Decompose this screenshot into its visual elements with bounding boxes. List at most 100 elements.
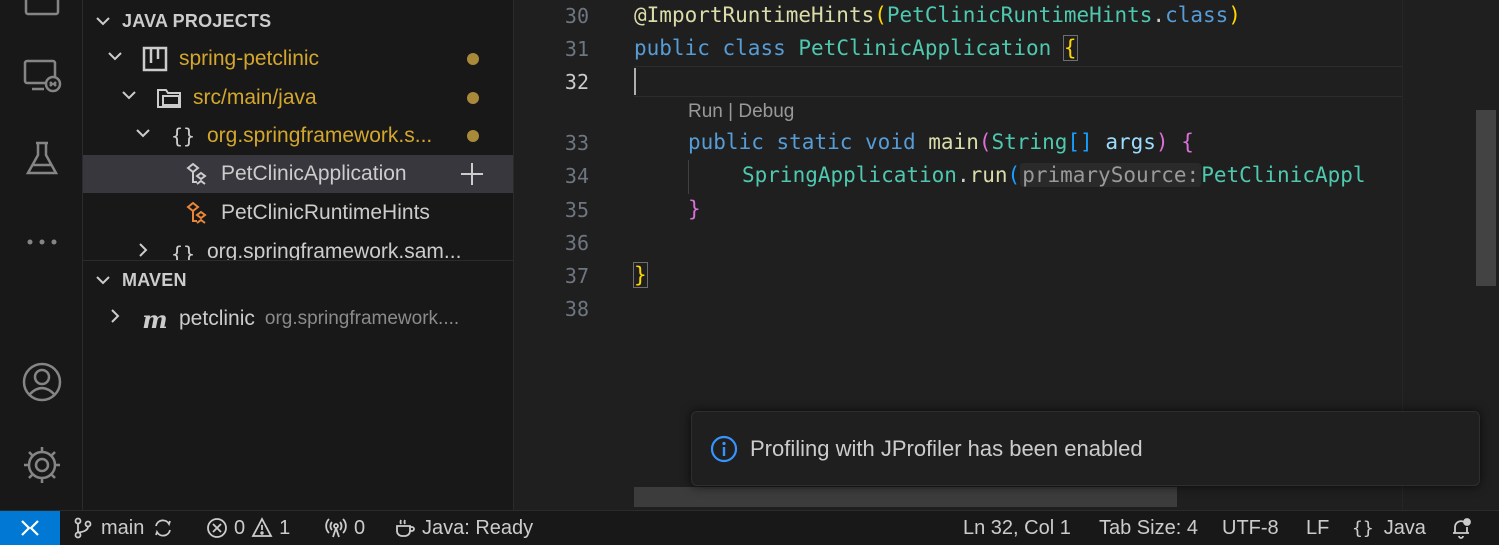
cursor-position[interactable]: Ln 32, Col 1 <box>963 511 1071 545</box>
code-token: ImportRuntimeHints <box>646 3 875 27</box>
tree-item-project[interactable]: spring-petclinic <box>83 40 513 78</box>
vertical-scrollbar-thumb[interactable] <box>1476 110 1496 286</box>
chevron-down-icon[interactable] <box>105 46 129 72</box>
horizontal-scrollbar-thumb[interactable] <box>634 487 1177 507</box>
code-token: static <box>776 130 853 154</box>
chevron-right-icon[interactable] <box>133 240 157 260</box>
settings-gear-icon[interactable] <box>18 441 66 489</box>
tree-item-label: spring-petclinic <box>179 47 320 70</box>
maven-header[interactable]: MAVEN <box>83 262 513 298</box>
maven-title: MAVEN <box>122 269 187 290</box>
ports-count: 0 <box>354 516 366 539</box>
tab-size[interactable]: Tab Size: 4 <box>1099 511 1198 545</box>
error-icon <box>207 518 227 538</box>
package-folder-icon <box>155 84 183 112</box>
code-token: } <box>633 262 648 288</box>
remote-icon <box>21 520 39 536</box>
code-token: public <box>634 36 710 60</box>
tree-item-class[interactable]: PetClinicRuntimeHints <box>83 194 513 232</box>
maven-project-item[interactable]: m petclinic org.springframework.... <box>83 300 513 338</box>
chevron-down-icon[interactable] <box>83 270 119 290</box>
current-line-highlight <box>634 66 1404 97</box>
line-number: 31 <box>564 37 589 61</box>
more-icon[interactable] <box>18 218 66 266</box>
tree-item-package[interactable]: {} org.springframework.sam... <box>83 232 513 260</box>
sidebar: JAVA PROJECTS spring-petclinic src/main/… <box>83 0 514 510</box>
coffee-cup-icon <box>396 519 415 537</box>
java-projects-header[interactable]: JAVA PROJECTS <box>83 3 513 39</box>
indent-guide <box>688 160 689 194</box>
git-branch-icon <box>74 517 92 539</box>
chevron-down-icon[interactable] <box>133 123 157 149</box>
tree-item-label: org.springframework.sam... <box>207 240 462 260</box>
code-token: main <box>928 130 979 154</box>
info-icon <box>710 435 738 462</box>
java-status[interactable]: Java: Ready <box>394 511 533 545</box>
code-token: ( <box>978 130 992 154</box>
notifications-bell[interactable] <box>1450 511 1472 545</box>
status-bar: main 0 1 0 Java: Ready Ln 32, Col 1 Tab … <box>0 510 1499 545</box>
tree-item-label: src/main/java <box>193 86 317 109</box>
code-token: args <box>1105 130 1156 154</box>
encoding[interactable]: UTF-8 <box>1222 511 1279 545</box>
branch-name: main <box>101 516 145 539</box>
code-token: SpringApplication <box>742 163 957 187</box>
code-token: run <box>969 163 1008 187</box>
code-token: public <box>688 130 764 154</box>
remote-indicator[interactable] <box>0 511 60 545</box>
line-number: 34 <box>564 164 589 188</box>
add-plus-icon[interactable] <box>459 161 485 187</box>
error-count: 0 <box>234 516 246 539</box>
broadcast-icon <box>325 518 347 538</box>
ports-indicator[interactable]: 0 <box>325 511 365 545</box>
code-token: [] <box>1067 130 1093 154</box>
code-token: PetClinicAppl <box>1201 163 1366 187</box>
code-line: } <box>688 197 701 221</box>
code-token: PetClinicApplication <box>798 36 1052 60</box>
braces-icon: {} <box>1352 517 1374 539</box>
chevron-down-icon[interactable] <box>119 85 143 111</box>
accounts-icon[interactable] <box>18 358 66 406</box>
code-token: void <box>865 130 916 154</box>
language-mode[interactable]: {} Java <box>1352 511 1426 545</box>
line-number: 32 <box>564 70 589 94</box>
class-icon <box>183 160 211 188</box>
java-projects-title: JAVA PROJECTS <box>122 10 272 31</box>
sync-icon <box>155 519 172 537</box>
code-token: PetClinicRuntimeHints <box>886 3 1153 27</box>
code-token: String <box>991 130 1068 154</box>
codelens-run-debug[interactable]: Run | Debug <box>688 101 794 123</box>
modified-dot <box>467 53 479 65</box>
tree-item-class-selected[interactable]: PetClinicApplication <box>83 155 513 193</box>
code-token: } <box>688 197 701 221</box>
namespace-braces-icon: {} <box>170 242 196 260</box>
language-label: Java <box>1383 516 1426 539</box>
code-line: } <box>633 262 648 288</box>
code-line: SpringApplication.run(primarySource:PetC… <box>742 163 1366 187</box>
source-control-branch[interactable]: main <box>72 511 174 545</box>
line-number: 33 <box>564 131 589 155</box>
code-line: public class PetClinicApplication { <box>634 35 1078 61</box>
tree-item-source-folder[interactable]: src/main/java <box>83 79 513 117</box>
warning-icon <box>251 517 273 537</box>
tree-item-label: org.springframework.s... <box>207 124 433 147</box>
text-cursor <box>634 68 636 95</box>
testing-icon[interactable] <box>18 135 66 183</box>
code-token: . <box>956 163 970 187</box>
code-token: . <box>1152 3 1166 27</box>
code-token: class <box>1165 3 1229 27</box>
notification-toast[interactable]: Profiling with JProfiler has been enable… <box>691 411 1480 486</box>
extensions-icon[interactable] <box>18 0 66 26</box>
code-token: @ <box>634 3 647 27</box>
chevron-right-icon[interactable] <box>105 306 129 332</box>
modified-dot <box>467 130 479 142</box>
end-of-line[interactable]: LF <box>1306 511 1329 545</box>
tree-item-label: petclinic <box>179 307 255 330</box>
notification-message: Profiling with JProfiler has been enable… <box>750 435 1143 461</box>
chevron-down-icon[interactable] <box>83 11 119 31</box>
remote-explorer-icon[interactable] <box>18 52 66 100</box>
code-token: ( <box>874 3 887 27</box>
problems-indicator[interactable]: 0 1 <box>206 511 290 545</box>
tree-item-package[interactable]: {} org.springframework.s... <box>83 117 513 155</box>
line-number: 35 <box>564 198 589 222</box>
